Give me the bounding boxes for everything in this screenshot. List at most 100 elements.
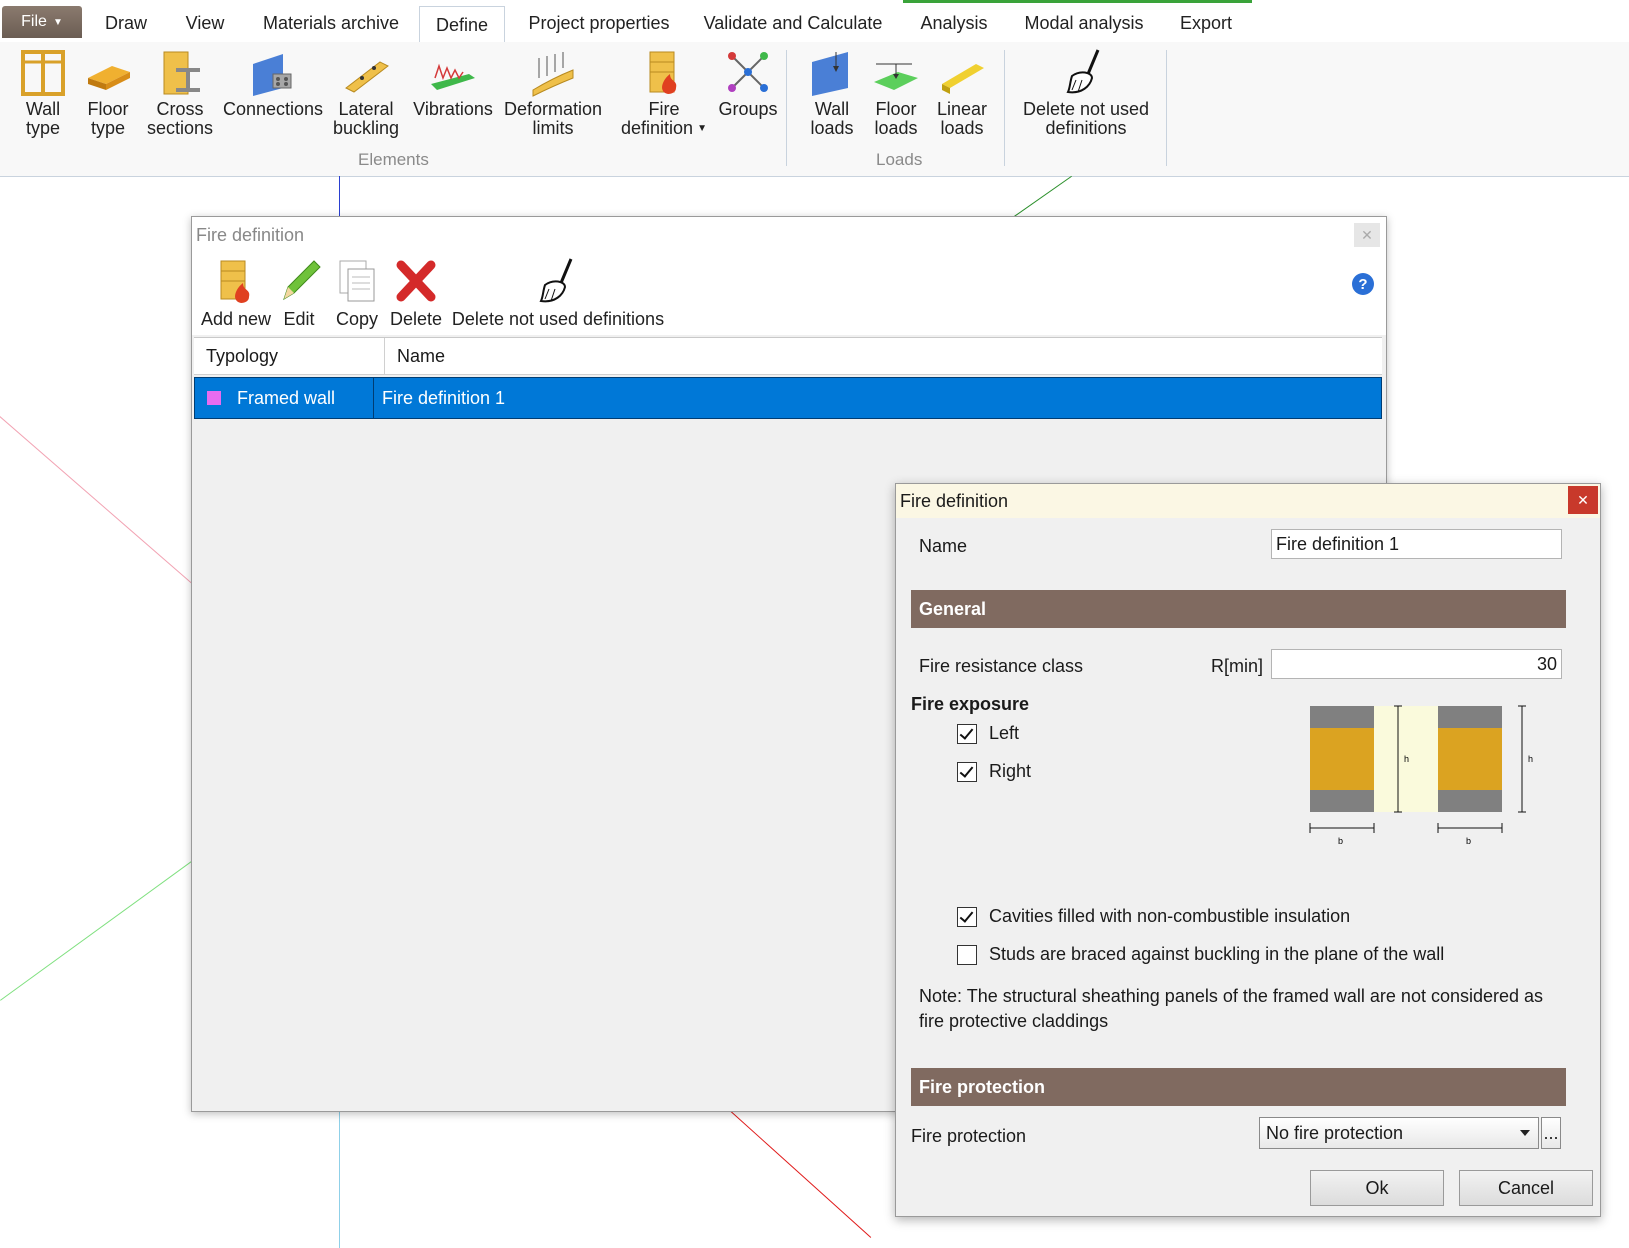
cancel-button[interactable]: Cancel [1459,1170,1593,1206]
button-label: sections [146,118,214,138]
copy-button[interactable]: Copy [330,257,384,330]
deformation-limits-button[interactable]: Deformation limits [500,48,606,138]
dimension-h-label: h [1528,754,1533,764]
wall-type-button[interactable]: Wall type [18,48,68,138]
button-label: Delete not used [1022,99,1150,119]
floor-loads-icon [874,63,918,90]
fire-protection-browse-button[interactable]: ... [1541,1117,1561,1149]
exposure-left-checkbox[interactable]: Left [957,723,1019,744]
fire-protection-label: Fire protection [911,1126,1027,1146]
tab-label: Define [435,14,489,35]
button-label: Wall [25,99,61,119]
file-menu-button[interactable]: File ▼ [2,6,82,38]
analysis-tab-accent [903,0,1252,3]
dimension-h-label: h [1404,754,1409,764]
file-menu-label: File [21,13,47,30]
ok-button[interactable]: Ok [1310,1170,1444,1206]
name-cell: Fire definition 1 [382,387,506,408]
column-header-typology[interactable]: Typology [194,338,385,374]
button-label: Groups [718,99,778,119]
ribbon-panel: Wall type Floor type Cross sections Conn… [0,42,1629,177]
linear-loads-button[interactable]: Linear loads [932,48,992,138]
exposure-right-checkbox[interactable]: Right [957,761,1031,782]
checkbox-label: Left [989,723,1020,743]
button-label: Delete not used definitions [451,309,665,329]
connections-button[interactable]: Connections [223,48,323,119]
close-icon: ✕ [1361,226,1373,243]
studs-braced-checkbox[interactable]: Studs are braced against buckling in the… [957,944,1444,965]
edit-button[interactable]: Edit [274,257,324,330]
tab-label: Modal analysis [1024,12,1144,33]
typology-cell: Framed wall [195,378,374,418]
name-label: Name [919,536,968,556]
button-label: Linear [936,99,988,119]
delete-not-used-definitions-button[interactable]: Delete not used definitions [448,257,668,330]
wall-section-diagram: h h b b [1309,705,1533,846]
button-label: limits [532,118,574,138]
tab-analysis[interactable]: Analysis [912,6,996,40]
ribbon-separator [1004,50,1005,166]
broom-icon [1066,49,1100,94]
table-row[interactable]: Framed wall Fire definition 1 [194,377,1382,419]
add-fire-definition-icon [220,260,250,303]
ribbon-separator [1166,50,1167,166]
floor-loads-button[interactable]: Floor loads [868,48,924,138]
linear-loads-icon [942,64,984,94]
broom-icon [539,258,573,303]
tab-define[interactable]: Define [419,6,505,43]
button-label: Edit [283,309,315,329]
close-button[interactable]: ✕ [1354,223,1380,247]
copy-icon [339,260,375,302]
window-title: Fire definition [196,224,305,245]
tab-label: Validate and Calculate [703,12,883,33]
button-label: Wall [814,99,850,119]
fire-definition-icon [649,51,677,94]
button-label: buckling [332,118,400,138]
button-label: Delete [389,309,443,329]
general-section-header: General [911,590,1566,628]
fire-protection-select[interactable]: No fire protection [1259,1117,1539,1149]
cavities-filled-checkbox[interactable]: Cavities filled with non-combustible ins… [957,906,1350,927]
list-window-titlebar: Fire definition [192,217,1386,253]
lateral-buckling-button[interactable]: Lateral buckling [331,48,401,138]
tab-modal-analysis[interactable]: Modal analysis [1014,6,1154,40]
wall-loads-button[interactable]: Wall loads [804,48,860,138]
column-header-name[interactable]: Name [385,338,1382,374]
floor-type-button[interactable]: Floor type [83,48,133,138]
select-value: No fire protection [1266,1122,1404,1143]
delete-button[interactable]: Delete [386,257,446,330]
dialog-title: Fire definition [900,490,1009,511]
close-button[interactable]: ✕ [1568,486,1598,514]
fire-protection-section-header: Fire protection [911,1068,1566,1106]
pencil-icon [283,260,321,301]
tab-validate-and-calculate[interactable]: Validate and Calculate [698,6,888,40]
tab-project-properties[interactable]: Project properties [516,6,682,40]
fire-definition-dialog: Fire definition ✕ Name Fire definition 1… [895,483,1601,1217]
wall-type-icon [21,50,65,96]
cross-sections-button[interactable]: Cross sections [147,48,213,138]
typology-value: Framed wall [237,387,336,408]
vibrations-button[interactable]: Vibrations [408,48,498,119]
delete-icon [396,260,436,302]
tab-label: View [185,12,225,33]
help-icon[interactable]: ? [1352,273,1374,295]
checkbox-checked-icon [957,906,977,927]
fire-resistance-class-input[interactable]: 30 [1271,649,1562,679]
button-label: Deformation [503,99,603,119]
delete-not-used-definitions-button[interactable]: Delete not used definitions [1018,48,1154,138]
checkbox-unchecked-icon [957,944,977,965]
model-line [0,416,193,585]
tab-draw[interactable]: Draw [92,6,160,40]
add-new-button[interactable]: Add new [198,257,274,330]
table-header: Typology Name [194,338,1382,375]
groups-button[interactable]: Groups [716,48,780,119]
tab-export[interactable]: Export [1170,6,1242,40]
name-input[interactable]: Fire definition 1 [1271,529,1562,559]
ribbon-tab-bar: File ▼ Draw View Materials archive Defin… [0,0,1629,43]
button-label: Cross [156,99,204,119]
checkbox-checked-icon [957,723,977,744]
fire-definition-button[interactable]: Fire definition ▼ [616,48,712,138]
button-label: Connections [222,99,324,119]
tab-view[interactable]: View [172,6,238,40]
tab-materials-archive[interactable]: Materials archive [252,6,410,40]
